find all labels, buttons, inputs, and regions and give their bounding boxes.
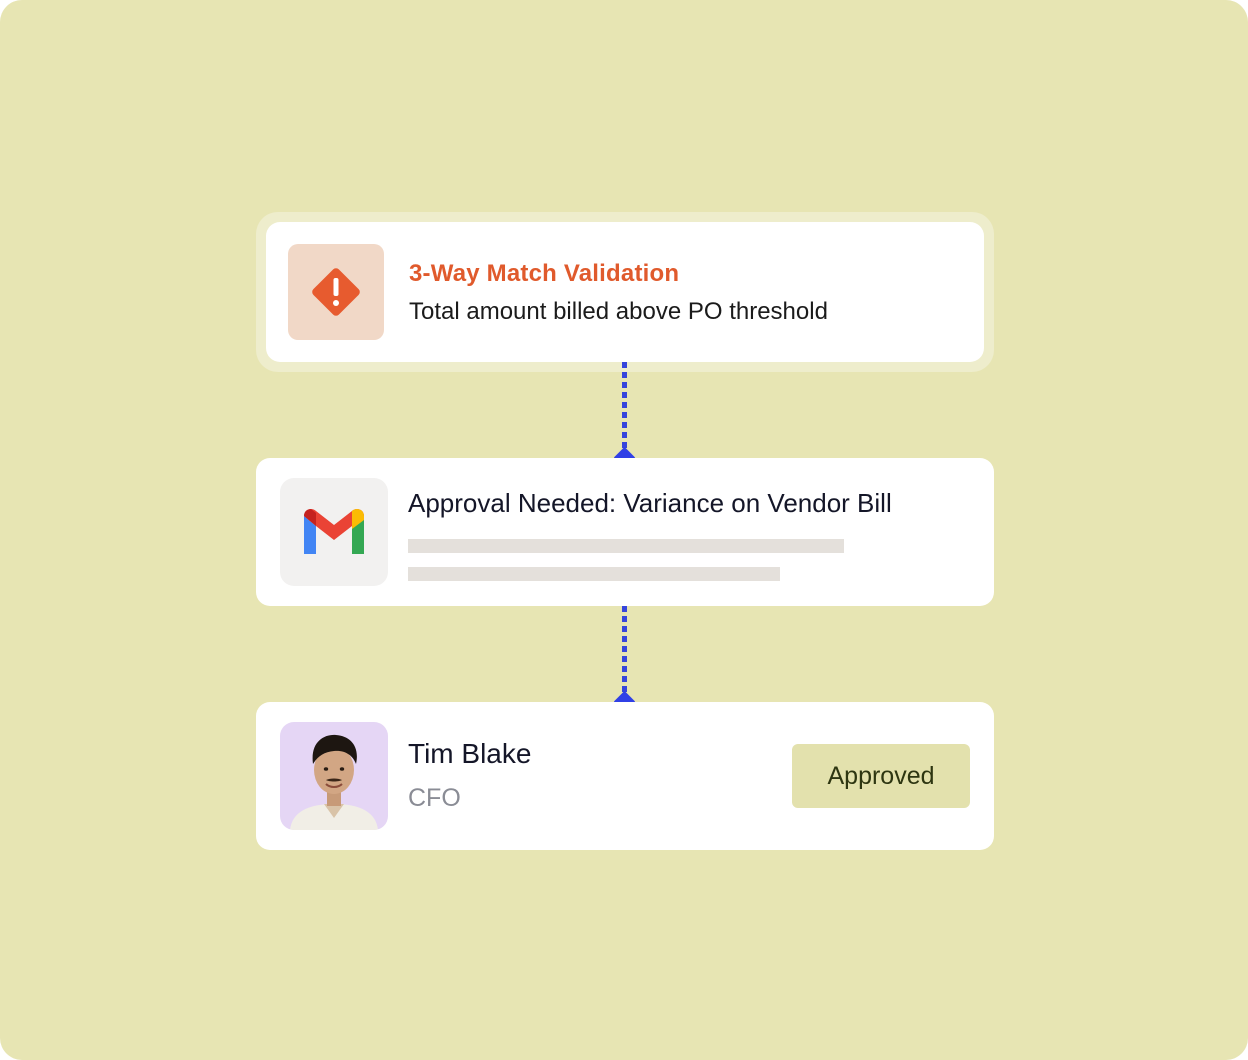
gmail-icon	[304, 508, 364, 554]
connector-line	[622, 362, 627, 452]
text-placeholder-line	[408, 539, 844, 553]
person-avatar-icon	[290, 734, 378, 830]
connector-line	[622, 606, 627, 696]
approver-card[interactable]: Tim Blake CFO Approved	[256, 702, 994, 850]
validation-card[interactable]: 3-Way Match Validation Total amount bill…	[266, 222, 984, 362]
warning-diamond-icon	[312, 268, 360, 316]
email-subject: Approval Needed: Variance on Vendor Bill	[408, 488, 892, 518]
validation-subtitle: Total amount billed above PO threshold	[409, 298, 828, 325]
status-badge: Approved	[792, 744, 970, 808]
validation-title: 3-Way Match Validation	[409, 260, 680, 287]
approver-name: Tim Blake	[408, 738, 532, 769]
warning-tile	[288, 244, 384, 340]
avatar	[280, 722, 388, 830]
text-placeholder-line	[408, 567, 780, 581]
gmail-tile	[280, 478, 388, 586]
workflow-canvas: 3-Way Match Validation Total amount bill…	[0, 0, 1248, 1060]
approver-role: CFO	[408, 784, 461, 812]
email-card[interactable]: Approval Needed: Variance on Vendor Bill	[256, 458, 994, 606]
